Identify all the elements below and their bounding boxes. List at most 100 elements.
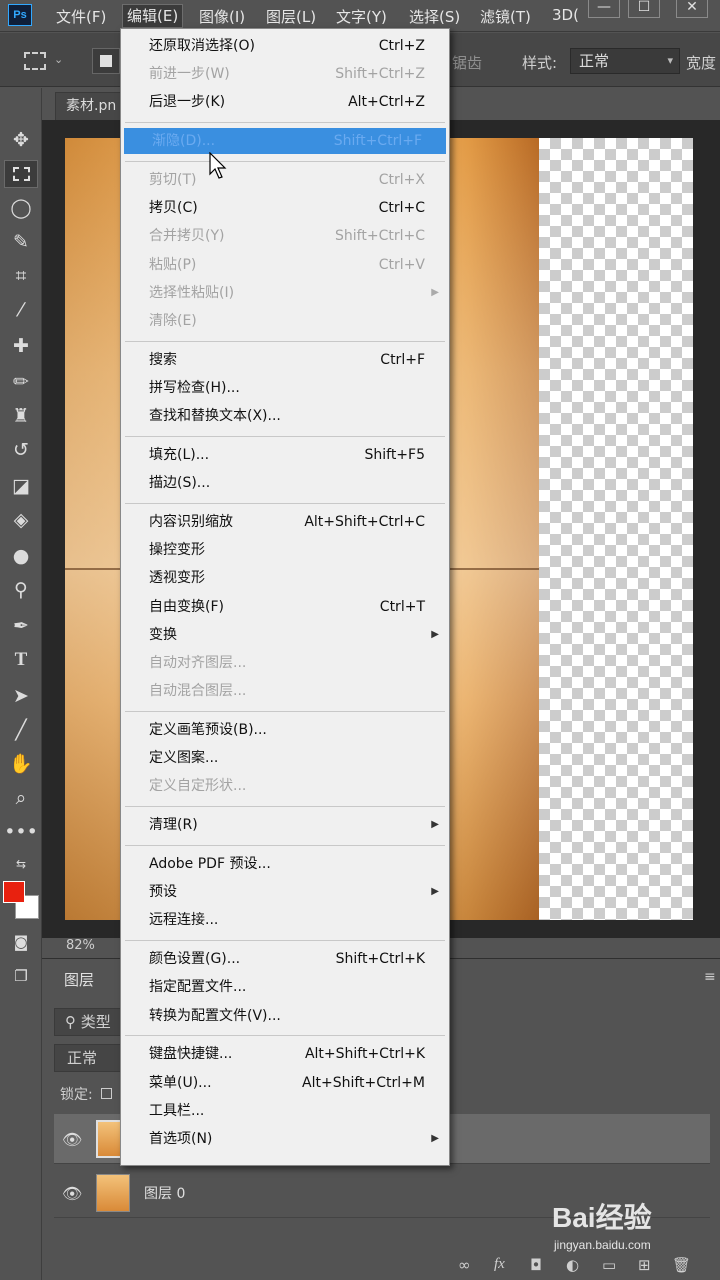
menu-separator <box>125 1035 445 1037</box>
edit-menu-item[interactable]: 还原取消选择(O) Ctrl+Z <box>121 33 449 59</box>
edit-menu-item[interactable]: 拼写检查(H)... <box>121 375 449 401</box>
lock-transparent-pixels-icon[interactable] <box>101 1088 113 1099</box>
menu-item-label: 渐隐(D)... <box>152 133 216 150</box>
new-selection-icon[interactable] <box>92 48 120 74</box>
line-tool-icon[interactable]: ╱ <box>4 716 38 744</box>
edit-menu-item[interactable]: 定义画笔预设(B)... <box>121 717 449 743</box>
menu-item-label: 定义图案... <box>149 750 219 767</box>
edit-menu-item[interactable]: 工具栏... <box>121 1098 449 1124</box>
lasso-tool-icon[interactable]: ◯ <box>4 194 38 222</box>
edit-menu-item[interactable]: 剪切(T) Ctrl+X <box>121 167 449 193</box>
menu-image[interactable]: 图像(I) <box>199 6 245 27</box>
edit-menu-item[interactable]: 首选项(N) ▶ <box>121 1126 449 1152</box>
menu-3d[interactable]: 3D( <box>552 6 579 24</box>
chevron-down-icon[interactable]: ⌄ <box>54 53 63 66</box>
menu-separator <box>125 502 445 504</box>
healing-brush-tool-icon[interactable]: ✚ <box>4 332 38 360</box>
edit-menu-item[interactable]: 拷贝(C) Ctrl+C <box>121 195 449 221</box>
filter-type-label: 类型 <box>80 1013 111 1031</box>
history-brush-tool-icon[interactable]: ↺ <box>4 436 38 464</box>
edit-menu-item[interactable]: Adobe PDF 预设... <box>121 851 449 877</box>
edit-menu-item[interactable]: 选择性粘贴(I) ▶ <box>121 280 449 306</box>
menu-item-shortcut: Shift+Ctrl+Z <box>335 66 425 83</box>
path-selection-tool-icon[interactable]: ➤ <box>4 682 38 710</box>
menu-item-label: 键盘快捷键... <box>149 1046 233 1063</box>
menu-item-label: 颜色设置(G)... <box>149 951 241 968</box>
menu-separator <box>125 844 445 846</box>
menu-file[interactable]: 文件(F) <box>56 6 106 27</box>
dodge-tool-icon[interactable]: ⚲ <box>4 576 38 604</box>
watermark-url: jingyan.baidu.com <box>554 1238 651 1252</box>
edit-menu-item[interactable]: 转换为配置文件(V)... <box>121 1003 449 1029</box>
menu-item-label: 透视变形 <box>149 570 205 587</box>
blur-tool-icon[interactable]: ● <box>4 542 38 570</box>
edit-menu-item[interactable]: 搜索 Ctrl+F <box>121 347 449 373</box>
edit-menu-item[interactable]: 定义自定形状... <box>121 773 449 799</box>
edit-menu-item[interactable]: 后退一步(K) Alt+Ctrl+Z <box>121 89 449 115</box>
edit-menu-item[interactable]: 自动混合图层... <box>121 678 449 704</box>
edit-menu-item[interactable]: 定义图案... <box>121 745 449 771</box>
edit-menu-item[interactable]: 操控变形 <box>121 537 449 563</box>
edit-menu-item[interactable]: 透视变形 <box>121 565 449 591</box>
link-layers-icon[interactable]: ∞ <box>458 1256 471 1274</box>
swap-colors-icon[interactable]: ⇆ <box>4 850 38 878</box>
edit-menu-item[interactable]: 远程连接... <box>121 907 449 933</box>
edit-menu-item[interactable]: 填充(L)... Shift+F5 <box>121 442 449 468</box>
edit-menu-item[interactable]: 键盘快捷键... Alt+Shift+Ctrl+K <box>121 1041 449 1067</box>
eye-icon[interactable]: 👁 <box>62 1184 82 1203</box>
layers-tab[interactable]: 图层 <box>52 964 122 996</box>
edit-menu-item[interactable]: 前进一步(W) Shift+Ctrl+Z <box>121 61 449 87</box>
type-tool-icon[interactable]: T <box>4 646 38 674</box>
quick-selection-tool-icon[interactable]: ✎ <box>4 228 38 256</box>
edit-menu-item[interactable]: 菜单(U)... Alt+Shift+Ctrl+M <box>121 1070 449 1096</box>
edit-menu-item[interactable]: 清理(R) ▶ <box>121 812 449 838</box>
edit-menu-item[interactable]: 变换 ▶ <box>121 622 449 648</box>
zoom-tool-icon[interactable]: ⌕ <box>4 784 38 812</box>
edit-menu-item[interactable]: 粘贴(P) Ctrl+V <box>121 252 449 278</box>
menu-type[interactable]: 文字(Y) <box>336 6 387 27</box>
menu-item-shortcut: Shift+Ctrl+C <box>335 228 425 245</box>
edit-menu-item[interactable]: 渐隐(D)... Shift+Ctrl+F <box>124 128 446 155</box>
layer-style-icon[interactable]: fx <box>494 1256 505 1273</box>
eyedropper-tool-icon[interactable]: ⁄ <box>4 296 38 324</box>
edit-menu-item[interactable]: 指定配置文件... <box>121 974 449 1000</box>
close-button[interactable]: ✕ <box>676 0 708 18</box>
edit-menu-item[interactable]: 描边(S)... <box>121 470 449 496</box>
menu-item-shortcut: Shift+Ctrl+K <box>335 951 425 968</box>
menu-separator <box>125 121 445 123</box>
edit-menu-item[interactable]: 自由变换(F) Ctrl+T <box>121 594 449 620</box>
edit-menu-item[interactable]: 预设 ▶ <box>121 879 449 905</box>
style-select[interactable]: 正常 ▾ <box>570 48 680 74</box>
edit-menu-item[interactable]: 合并拷贝(Y) Shift+Ctrl+C <box>121 223 449 249</box>
edit-menu-item[interactable]: 清除(E) <box>121 308 449 334</box>
submenu-arrow-icon: ▶ <box>431 819 439 831</box>
edit-menu-item[interactable]: 查找和替换文本(X)... <box>121 403 449 429</box>
quick-mask-icon[interactable]: ◙ <box>4 928 38 956</box>
hand-tool-icon[interactable]: ✋ <box>4 750 38 778</box>
rectangular-marquee-tool-icon[interactable] <box>4 160 38 188</box>
clone-stamp-tool-icon[interactable]: ♜ <box>4 402 38 430</box>
brush-tool-icon[interactable]: ✏ <box>4 368 38 396</box>
menu-filter[interactable]: 滤镜(T) <box>480 6 531 27</box>
eraser-tool-icon[interactable]: ◪ <box>4 472 38 500</box>
more-tools-icon[interactable]: ••• <box>4 818 38 846</box>
menu-layer[interactable]: 图层(L) <box>266 6 316 27</box>
maximize-button[interactable]: ☐ <box>628 0 660 18</box>
panel-menu-icon[interactable]: ≡ <box>704 970 718 984</box>
crop-tool-icon[interactable]: ⌗ <box>4 262 38 290</box>
minimize-button[interactable]: — <box>588 0 620 18</box>
layer-mask-icon[interactable]: ◘ <box>530 1256 542 1274</box>
foreground-color-swatch[interactable] <box>3 881 25 903</box>
move-tool-icon[interactable]: ✥ <box>4 126 38 154</box>
edit-menu-item[interactable]: 自动对齐图层... <box>121 650 449 676</box>
marquee-preset-icon[interactable] <box>24 52 46 70</box>
edit-menu-item[interactable]: 颜色设置(G)... Shift+Ctrl+K <box>121 946 449 972</box>
pen-tool-icon[interactable]: ✒ <box>4 612 38 640</box>
paint-bucket-tool-icon[interactable]: ◈ <box>4 506 38 534</box>
edit-menu-item[interactable]: 内容识别缩放 Alt+Shift+Ctrl+C <box>121 509 449 535</box>
zoom-level: 82% <box>66 938 95 953</box>
screen-mode-icon[interactable]: ❐ <box>4 962 38 990</box>
menu-edit[interactable]: 编辑(E) <box>122 4 184 28</box>
eye-icon[interactable]: 👁 <box>62 1130 82 1149</box>
menu-select[interactable]: 选择(S) <box>409 6 460 27</box>
